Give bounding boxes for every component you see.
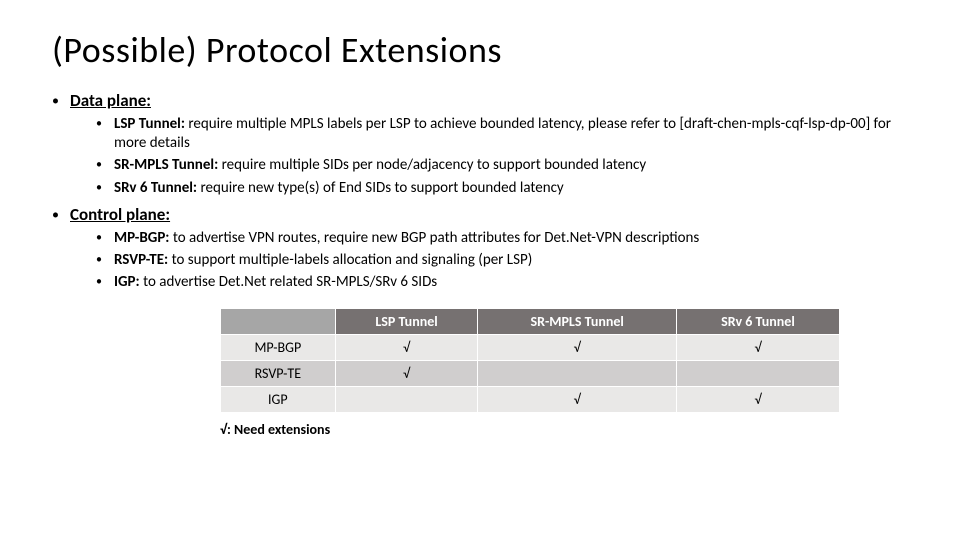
cell: [335, 387, 478, 413]
bullet-item: • LSP Tunnel: require multiple MPLS labe…: [96, 115, 908, 153]
slide: (Possible) Protocol Extensions • Data pl…: [0, 0, 960, 458]
row-header: MP-BGP: [221, 335, 336, 361]
bullet-item: • MP-BGP: to advertise VPN routes, requi…: [96, 229, 908, 248]
bullet-icon: •: [52, 92, 59, 109]
bullet-icon: •: [52, 206, 59, 223]
table-header-row: LSP Tunnel SR-MPLS Tunnel SRv 6 Tunnel: [221, 309, 840, 335]
bullet-icon: •: [96, 181, 102, 196]
col-header: SR-MPLS Tunnel: [478, 309, 677, 335]
item-term: RSVP-TE:: [114, 251, 168, 269]
item-text: require multiple SIDs per node/adjacency…: [218, 156, 646, 174]
table-row: MP-BGP √ √ √: [221, 335, 840, 361]
item-text: to support multiple-labels allocation an…: [168, 251, 532, 269]
table-corner: [221, 309, 336, 335]
col-header: SRv 6 Tunnel: [676, 309, 839, 335]
item-term: LSP Tunnel:: [114, 115, 185, 133]
bullet-item: • RSVP-TE: to support multiple-labels al…: [96, 251, 908, 270]
table-row: RSVP-TE √: [221, 361, 840, 387]
item-text: require multiple MPLS labels per LSP to …: [114, 115, 891, 152]
item-term: MP-BGP:: [114, 229, 169, 247]
cell: √: [676, 387, 839, 413]
item-text: require new type(s) of End SIDs to suppo…: [197, 179, 564, 197]
table-legend: √: Need extensions: [220, 421, 908, 438]
row-header: IGP: [221, 387, 336, 413]
row-header: RSVP-TE: [221, 361, 336, 387]
cell: [676, 361, 839, 387]
item-term: IGP:: [114, 273, 140, 291]
bullet-icon: •: [96, 253, 102, 268]
bullet-item: • SRv 6 Tunnel: require new type(s) of E…: [96, 179, 908, 198]
table: LSP Tunnel SR-MPLS Tunnel SRv 6 Tunnel M…: [220, 308, 840, 413]
bullet-icon: •: [96, 275, 102, 290]
item-text: to advertise Det.Net related SR-MPLS/SRv…: [140, 273, 438, 291]
item-text: to advertise VPN routes, require new BGP…: [169, 229, 699, 247]
cell: √: [335, 335, 478, 361]
bullet-item: • SR-MPLS Tunnel: require multiple SIDs …: [96, 156, 908, 175]
cell: √: [478, 387, 677, 413]
item-term: SRv 6 Tunnel:: [114, 179, 197, 197]
cell: [478, 361, 677, 387]
section-control-plane: • Control plane:: [52, 204, 908, 225]
table-row: IGP √ √: [221, 387, 840, 413]
bullet-icon: •: [96, 117, 102, 132]
bullet-item: • IGP: to advertise Det.Net related SR-M…: [96, 273, 908, 292]
section-data-plane: • Data plane:: [52, 90, 908, 111]
cell: √: [676, 335, 839, 361]
item-term: SR-MPLS Tunnel:: [114, 156, 218, 174]
col-header: LSP Tunnel: [335, 309, 478, 335]
bullet-icon: •: [96, 158, 102, 173]
section-label: Data plane:: [70, 90, 151, 111]
protocol-table: LSP Tunnel SR-MPLS Tunnel SRv 6 Tunnel M…: [220, 308, 840, 413]
cell: √: [478, 335, 677, 361]
bullet-icon: •: [96, 231, 102, 246]
section-label: Control plane:: [70, 204, 170, 225]
cell: √: [335, 361, 478, 387]
slide-title: (Possible) Protocol Extensions: [52, 28, 908, 72]
